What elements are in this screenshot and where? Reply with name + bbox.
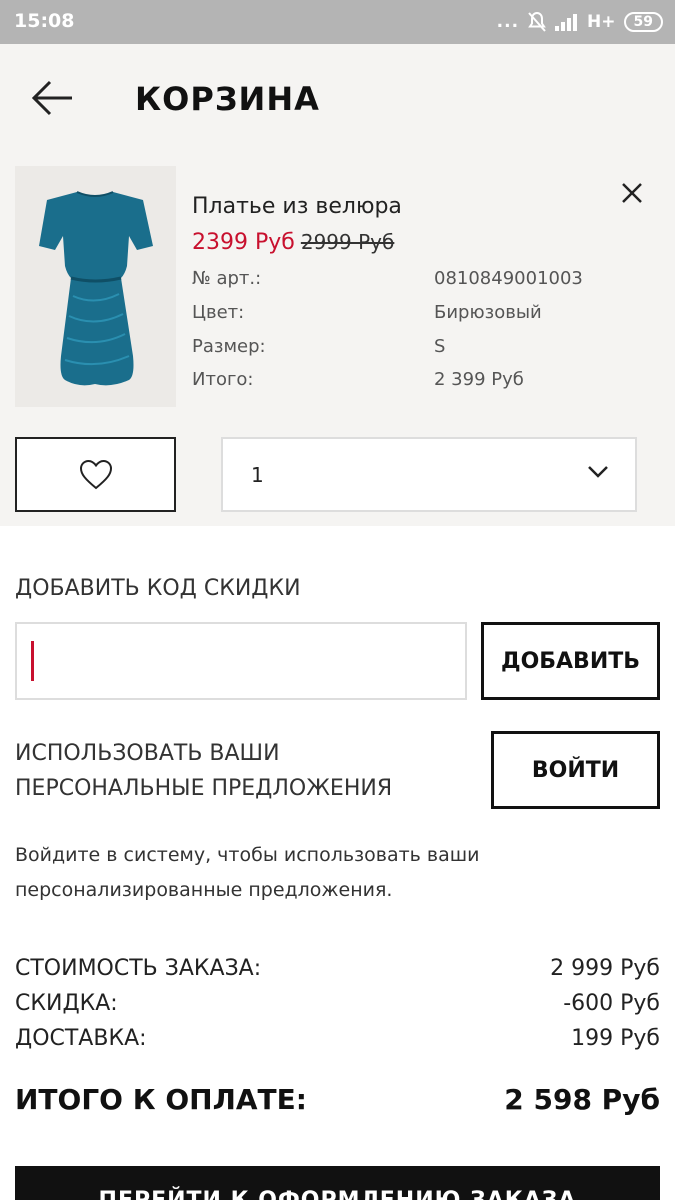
- attr-label: № арт.:: [192, 268, 262, 289]
- quantity-value: 1: [251, 463, 264, 487]
- product-name[interactable]: Платье из велюра: [192, 194, 402, 219]
- discount-heading: ДОБАВИТЬ КОД СКИДКИ: [15, 576, 301, 601]
- summary-value: 2 999 Руб: [550, 956, 660, 981]
- checkout-button[interactable]: ПЕРЕЙТИ К ОФОРМЛЕНИЮ ЗАКАЗА: [15, 1166, 660, 1200]
- remove-item-button[interactable]: [617, 178, 647, 208]
- quantity-select[interactable]: 1: [221, 437, 637, 512]
- offers-note: Войдите в систему, чтобы использовать ва…: [15, 844, 480, 901]
- login-button[interactable]: ВОЙТИ: [491, 731, 660, 809]
- summary-value: -600 Руб: [563, 991, 660, 1016]
- product-image[interactable]: [15, 166, 176, 407]
- status-time: 15:08: [14, 10, 75, 32]
- battery-indicator: 59: [623, 12, 663, 32]
- total-label: ИТОГО К ОПЛАТЕ:: [15, 1083, 307, 1116]
- summary-label: ДОСТАВКА:: [15, 1026, 147, 1051]
- arrow-left-icon: [31, 80, 72, 116]
- signal-icon: [555, 13, 579, 31]
- attr-value: Бирюзовый: [434, 302, 542, 323]
- close-icon: [622, 183, 642, 203]
- attr-value: 0810849001003: [434, 268, 583, 289]
- wishlist-button[interactable]: [15, 437, 176, 512]
- price-old: 2999 Руб: [300, 230, 395, 254]
- status-icons: ... H+ 59: [497, 9, 663, 35]
- attr-label: Цвет:: [192, 302, 245, 323]
- chevron-down-icon: [588, 466, 608, 478]
- attr-value: 2 399 Руб: [434, 369, 524, 390]
- network-type: H+: [587, 12, 616, 32]
- text-caret: [31, 641, 34, 681]
- attr-label: Итого:: [192, 369, 254, 390]
- price-row: 2399 Руб 2999 Руб: [192, 230, 394, 255]
- summary-label: СТОИМОСТЬ ЗАКАЗА:: [15, 956, 262, 981]
- add-discount-button[interactable]: ДОБАВИТЬ: [481, 622, 660, 700]
- offers-heading: ИСПОЛЬЗОВАТЬ ВАШИ ПЕРСОНАЛЬНЫЕ ПРЕДЛОЖЕН…: [15, 741, 393, 801]
- attr-value: S: [434, 336, 446, 357]
- price-current: 2399 Руб: [192, 230, 295, 255]
- page-title: КОРЗИНА: [135, 80, 320, 118]
- status-dots: ...: [496, 12, 520, 32]
- heart-icon: [79, 459, 112, 489]
- discount-code-input[interactable]: [15, 622, 467, 700]
- mute-bell-icon: [527, 11, 547, 33]
- total-value: 2 598 Руб: [504, 1083, 660, 1116]
- status-bar: 15:08 ... H+ 59: [0, 0, 675, 44]
- back-button[interactable]: [28, 76, 76, 120]
- attr-label: Размер:: [192, 336, 266, 357]
- summary-label: СКИДКА:: [15, 991, 118, 1016]
- summary-value: 199 Руб: [571, 1026, 660, 1051]
